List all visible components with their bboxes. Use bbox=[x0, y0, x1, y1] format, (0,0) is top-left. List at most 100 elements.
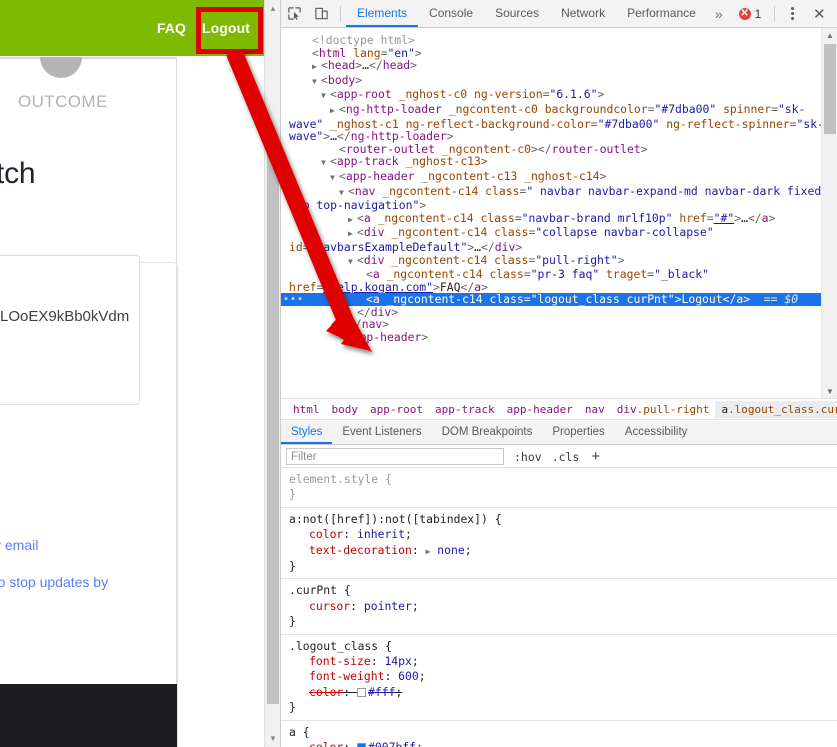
css-rule[interactable]: .curPnt {…cursor: pointer;} bbox=[281, 579, 837, 635]
dom-row[interactable]: ▼ <app-track _nghost-c13> bbox=[281, 155, 837, 170]
css-declaration[interactable]: cursor: pointer; bbox=[289, 599, 837, 614]
css-selector[interactable]: a { bbox=[289, 725, 310, 739]
css-rule-close: } bbox=[289, 614, 296, 629]
dom-row[interactable]: ▶ <head>…</head> bbox=[281, 59, 837, 74]
css-declaration[interactable]: color: #fff; bbox=[289, 685, 837, 700]
css-rule-close: } bbox=[289, 700, 296, 715]
token-card bbox=[0, 255, 140, 405]
scroll-up-icon[interactable]: ▲ bbox=[265, 0, 280, 17]
css-declaration[interactable]: font-size: 14px; bbox=[289, 654, 837, 669]
page-heading-fragment: tch bbox=[0, 157, 36, 190]
page-scrollbar-thumb[interactable] bbox=[267, 150, 279, 704]
dom-expand-triangle-icon[interactable]: ▼ bbox=[330, 172, 339, 185]
tab-console[interactable]: Console bbox=[418, 0, 484, 27]
dom-expand-triangle-icon[interactable]: ▼ bbox=[348, 256, 357, 269]
error-count-label: 1 bbox=[754, 6, 762, 21]
dom-expand-triangle-icon[interactable]: ▶ bbox=[348, 214, 357, 227]
css-rule-close: } bbox=[289, 487, 296, 502]
outcome-label: OUTCOME bbox=[18, 92, 108, 111]
dom-row[interactable]: ▼ <nav _ngcontent-c14 class=" navbar navb… bbox=[281, 184, 837, 212]
css-selector[interactable]: .logout_class { bbox=[289, 639, 392, 653]
logout-link[interactable]: Logout bbox=[202, 20, 250, 36]
dom-row[interactable]: </app-header> bbox=[281, 331, 837, 344]
dom-row[interactable]: ▼ <app-header _ngcontent-c13 _nghost-c14> bbox=[281, 170, 837, 185]
tab-dom-breakpoints[interactable]: DOM Breakpoints bbox=[432, 421, 543, 444]
dom-expand-triangle-icon[interactable]: ▼ bbox=[312, 76, 321, 89]
breadcrumb[interactable]: html body app-root app-track app-header nav di… bbox=[281, 398, 837, 420]
tab-elements[interactable]: Elements bbox=[346, 0, 419, 27]
stop-updates-link[interactable]: e to stop updates by bbox=[0, 574, 108, 590]
dom-expand-triangle-icon[interactable]: ▶ bbox=[312, 61, 321, 74]
hov-toggle[interactable]: :hov bbox=[514, 450, 542, 464]
css-rule[interactable]: element.style {} bbox=[281, 468, 837, 508]
css-rule[interactable]: .logout_class {…font-size: 14px;font-wei… bbox=[281, 635, 837, 721]
dom-row[interactable]: ▶ <div _ngcontent-c14 class="collapse nav… bbox=[281, 226, 837, 253]
device-toolbar-icon[interactable] bbox=[308, 0, 335, 27]
dom-scroll-down-icon[interactable]: ▼ bbox=[822, 384, 837, 398]
color-swatch[interactable] bbox=[357, 743, 367, 747]
css-declaration[interactable]: color: inherit; bbox=[289, 527, 837, 542]
tab-properties[interactable]: Properties bbox=[542, 421, 614, 444]
breadcrumb-item-html[interactable]: html bbox=[287, 401, 326, 418]
css-selector[interactable]: element.style { bbox=[289, 472, 392, 486]
dom-row-menu-icon[interactable]: ••• bbox=[283, 294, 304, 307]
tab-sources[interactable]: Sources bbox=[484, 0, 550, 27]
css-rule[interactable]: a {…color: #007bff;text-decoration: none… bbox=[281, 721, 837, 747]
page-column-divider bbox=[176, 57, 177, 747]
dom-row[interactable]: ▼ <div _ngcontent-c14 class="pull-right"> bbox=[281, 253, 837, 269]
faq-link[interactable]: FAQ bbox=[157, 20, 186, 36]
dom-row[interactable]: <a _ngcontent-c14 class="pr-3 faq" trage… bbox=[281, 268, 837, 293]
breadcrumb-item-div[interactable]: div.pull-right bbox=[611, 401, 716, 418]
styles-sub-tabs: Styles Event Listeners DOM Breakpoints P… bbox=[281, 421, 837, 445]
css-declaration[interactable]: color: #007bff; bbox=[289, 740, 837, 747]
tab-accessibility[interactable]: Accessibility bbox=[615, 421, 698, 444]
cls-toggle[interactable]: .cls bbox=[552, 450, 580, 464]
token-text: LOoEX9kBb0kVdm bbox=[0, 308, 130, 325]
tab-performance[interactable]: Performance bbox=[616, 0, 707, 27]
css-selector[interactable]: a:not([href]):not([tabindex]) { bbox=[289, 512, 502, 526]
new-style-rule-button[interactable]: + bbox=[591, 448, 600, 465]
color-swatch[interactable] bbox=[357, 687, 367, 697]
tab-event-listeners[interactable]: Event Listeners bbox=[332, 421, 431, 444]
expand-shorthand-icon[interactable]: ▶ bbox=[426, 544, 431, 559]
devtools-panel: Elements Console Sources Network Perform… bbox=[280, 0, 837, 747]
site-navbar: FAQ Logout bbox=[0, 0, 264, 56]
tab-styles[interactable]: Styles bbox=[281, 421, 333, 444]
dom-tree-scrollbar[interactable]: ▲ ▼ bbox=[821, 28, 837, 398]
close-icon[interactable]: ✕ bbox=[804, 0, 834, 27]
breadcrumb-item-app-root[interactable]: app-root bbox=[364, 401, 429, 418]
dom-row[interactable]: ▼ <app-root _nghost-c0 ng-version="6.1.6"… bbox=[281, 88, 837, 103]
dom-row[interactable]: ▶ <a _ngcontent-c14 class="navbar-brand m… bbox=[281, 211, 837, 227]
email-updates-link[interactable]: y email bbox=[0, 537, 38, 553]
tab-network[interactable]: Network bbox=[550, 0, 616, 27]
page-scrollbar[interactable]: ▲ ▼ bbox=[264, 0, 280, 747]
web-page-viewport: FAQ Logout OUTCOME tch LOoEX9kBb0kVdm y … bbox=[0, 0, 280, 747]
dom-expand-triangle-icon[interactable]: ▼ bbox=[321, 157, 330, 170]
more-tabs-chevron-icon[interactable]: » bbox=[707, 0, 731, 27]
page-footer bbox=[0, 684, 177, 747]
inspect-element-icon[interactable] bbox=[281, 0, 308, 27]
breadcrumb-item-app-header[interactable]: app-header bbox=[501, 401, 579, 418]
dom-expand-triangle-icon[interactable]: ▼ bbox=[321, 90, 330, 103]
breadcrumb-item-body[interactable]: body bbox=[326, 401, 365, 418]
more-options-icon[interactable] bbox=[780, 0, 804, 27]
card-top-divider bbox=[0, 57, 176, 59]
scroll-down-icon[interactable]: ▼ bbox=[265, 730, 280, 747]
error-count-badge[interactable]: ✕ 1 bbox=[731, 0, 770, 27]
dom-scroll-up-icon[interactable]: ▲ bbox=[822, 28, 837, 42]
dom-row[interactable]: ▼ <body> bbox=[281, 73, 837, 89]
css-declaration[interactable]: font-weight: 600; bbox=[289, 669, 837, 684]
breadcrumb-item-a[interactable]: a.logout_class.curPnt bbox=[715, 400, 837, 418]
css-declaration[interactable]: text-decoration: ▶ none; bbox=[289, 543, 837, 559]
styles-filter-input[interactable] bbox=[286, 448, 504, 465]
breadcrumb-item-app-track[interactable]: app-track bbox=[429, 401, 501, 418]
breadcrumb-item-nav[interactable]: nav bbox=[579, 401, 611, 418]
dom-tree[interactable]: <!doctype html> <html lang="en"> ▶ <head>…<… bbox=[281, 28, 837, 398]
css-rule[interactable]: a:not([href]):not([tabindex]) {…color: i… bbox=[281, 508, 837, 580]
styles-pane: :hov .cls + element.style {}a:not([href]… bbox=[281, 446, 837, 747]
selected-dom-row[interactable]: ••• <a _ngcontent-c14 class="logout_class… bbox=[281, 293, 837, 306]
dom-scrollbar-thumb[interactable] bbox=[824, 44, 836, 134]
toolbar-divider-2 bbox=[774, 6, 776, 21]
dom-row[interactable]: ▶ <ng-http-loader _ngcontent-c0 backgroun… bbox=[281, 103, 837, 143]
css-selector[interactable]: .curPnt { bbox=[289, 583, 351, 597]
